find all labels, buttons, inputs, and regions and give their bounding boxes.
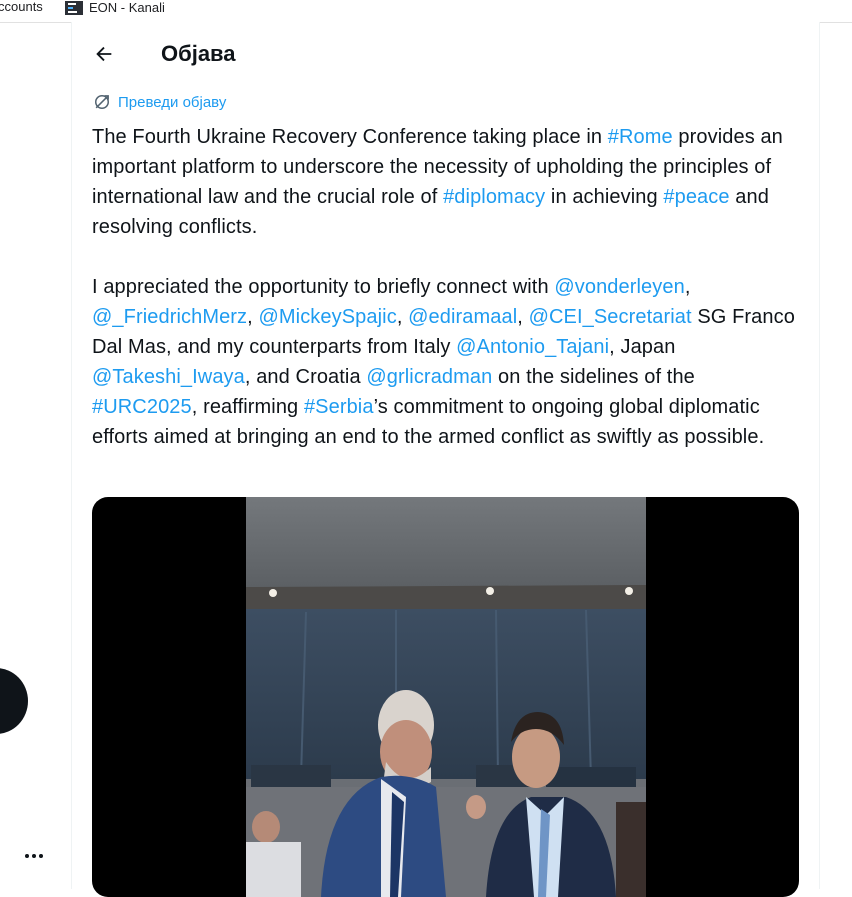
post-text-segment: in achieving: [545, 186, 664, 208]
post-column: Објава Преведи објаву The Fourth Ukraine…: [71, 22, 820, 897]
post-text-segment: , and Croatia: [244, 366, 367, 388]
mention-link[interactable]: @grlicradman: [366, 366, 492, 388]
post-text-segment: , Japan: [609, 336, 676, 358]
eon-favicon-icon: [65, 1, 83, 15]
hashtag-link[interactable]: #peace: [663, 186, 729, 208]
arrow-left-icon: [96, 46, 112, 62]
post-text-segment: ,: [247, 306, 259, 328]
mention-link[interactable]: @_FriedrichMerz: [92, 306, 247, 328]
translate-icon: [95, 95, 109, 109]
hashtag-link[interactable]: #URC2025: [92, 396, 192, 418]
bookmark-accounts[interactable]: ccounts: [0, 0, 43, 16]
hashtag-link[interactable]: #diplomacy: [443, 186, 545, 208]
mention-link[interactable]: @ediramaal: [408, 306, 517, 328]
translate-post-link[interactable]: Преведи објаву: [92, 92, 226, 112]
mention-link[interactable]: @MickeySpajic: [259, 306, 397, 328]
mention-link[interactable]: @Takeshi_Iwaya: [92, 366, 245, 388]
post-header: Објава: [72, 22, 819, 86]
post-text-segment: ,: [684, 276, 691, 298]
post-text: The Fourth Ukraine Recovery Conference t…: [92, 122, 804, 452]
page-title: Објава: [161, 41, 236, 66]
back-button[interactable]: [86, 36, 122, 72]
compose-button-partial[interactable]: [0, 668, 28, 734]
mention-link[interactable]: @Antonio_Tajani: [456, 336, 609, 358]
post-text-segment: on the sidelines of the: [492, 366, 695, 388]
post-text-segment: ,: [517, 306, 529, 328]
video-still: [246, 497, 646, 897]
post-text-segment: ,: [396, 306, 409, 328]
post-text-segment: I appreciated the opportunity to briefly…: [92, 276, 555, 298]
post-text-segment: , reaffirming: [191, 396, 304, 418]
hashtag-link[interactable]: #Rome: [608, 126, 673, 148]
mention-link[interactable]: @CEI_Secretariat: [529, 306, 692, 328]
bookmark-eon-label: EON - Kanali: [89, 0, 165, 15]
post-video[interactable]: [92, 497, 799, 897]
bookmarks-bar: ccounts EON - Kanali: [0, 0, 852, 23]
more-dots-icon: [25, 854, 29, 858]
hashtag-link[interactable]: #Serbia: [304, 396, 374, 418]
mention-link[interactable]: @vonderleyen: [554, 276, 684, 298]
translate-label: Преведи објаву: [118, 93, 227, 111]
video-frame[interactable]: [246, 497, 646, 897]
post-paragraph-2: I appreciated the opportunity to briefly…: [92, 272, 804, 452]
post-text-segment: The Fourth Ukraine Recovery Conference t…: [92, 126, 608, 148]
more-menu-button[interactable]: [14, 840, 54, 872]
bookmark-eon[interactable]: EON - Kanali: [65, 0, 165, 16]
post-paragraph-1: The Fourth Ukraine Recovery Conference t…: [92, 122, 804, 242]
